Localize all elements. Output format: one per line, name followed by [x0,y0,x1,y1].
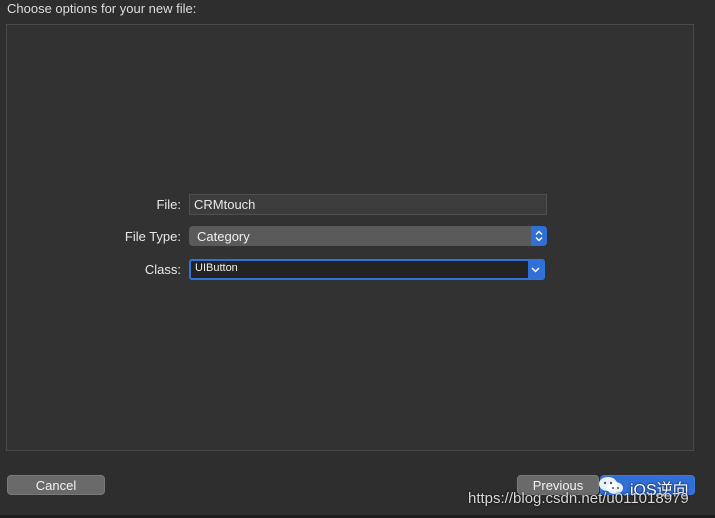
file-label: File: [156,197,181,212]
class-row: Class: UIButton [6,259,545,280]
class-combo-box[interactable]: UIButton [189,259,545,280]
file-type-row: File Type: Category [6,226,547,246]
file-row: File: CRMtouch [6,194,547,215]
file-name-field[interactable]: CRMtouch [189,194,547,215]
file-type-popup[interactable]: Category [189,226,547,246]
class-value: UIButton [195,262,238,274]
class-label: Class: [144,262,181,277]
watermark-url: https://blog.csdn.net/u011018979 [468,490,689,507]
sheet-title: Choose options for your new file: [7,1,197,16]
file-type-label: File Type: [124,228,181,244]
up-down-chevron-icon [531,226,547,246]
new-file-options-sheet: Choose options for your new file: File: … [0,0,715,518]
chevron-down-icon[interactable] [528,261,543,278]
cancel-button[interactable]: Cancel [7,475,105,495]
file-type-selected: Category [197,228,250,244]
